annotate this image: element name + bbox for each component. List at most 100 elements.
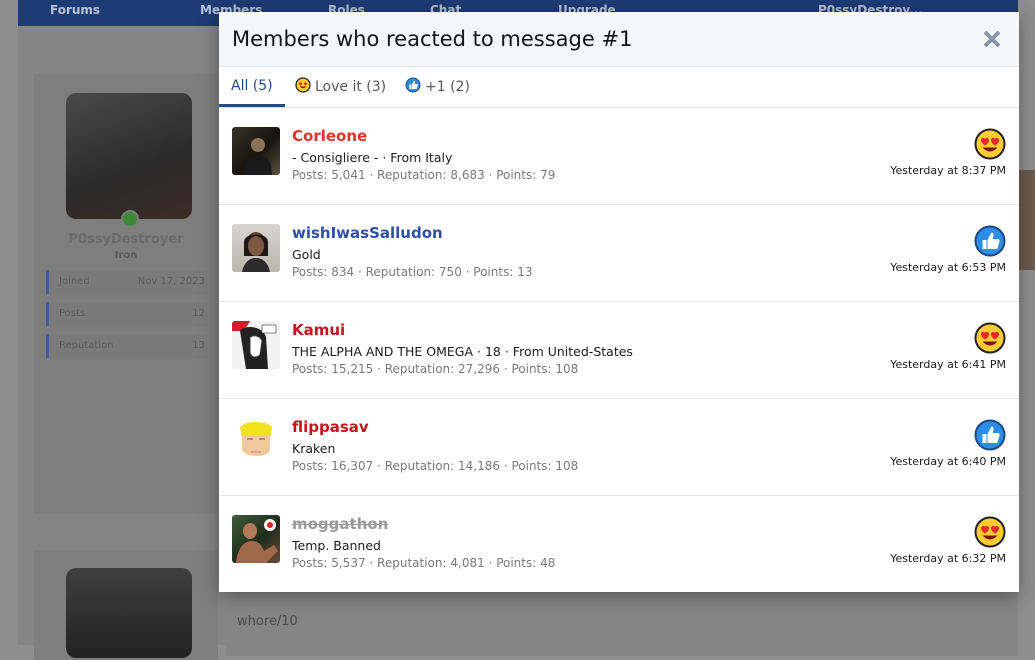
reputation-value: 27,296 <box>458 362 501 376</box>
author-avatar[interactable] <box>66 93 192 219</box>
separator: · <box>365 168 378 182</box>
love-it-reaction-icon <box>974 128 1006 160</box>
reaction-time[interactable]: Yesterday at 6:53 PM <box>890 261 1006 274</box>
separator: · <box>500 459 512 473</box>
avatar[interactable] <box>232 224 280 272</box>
thumbs-up-icon <box>405 77 421 97</box>
member-stats: Posts: 5,041 · Reputation: 8,683 · Point… <box>292 168 555 182</box>
post-image-edge <box>1018 170 1035 270</box>
member-title: - Consigliere - · From Italy <box>292 150 453 165</box>
separator: · <box>461 265 474 279</box>
tab-all[interactable]: All (5) <box>219 67 285 107</box>
avatar[interactable] <box>232 418 280 466</box>
posts-value: 15,215 <box>331 362 374 376</box>
love-it-reaction-icon <box>974 516 1006 548</box>
points-value: 108 <box>555 362 579 376</box>
tab-label: All (5) <box>231 77 273 94</box>
avatar[interactable] <box>232 321 280 369</box>
reaction-time[interactable]: Yesterday at 6:32 PM <box>890 552 1006 565</box>
member-title: Temp. Banned <box>292 538 381 553</box>
love-it-reaction-icon <box>974 322 1006 354</box>
member-title: Kraken <box>292 441 336 456</box>
nav-forums[interactable]: Forums <box>50 3 100 17</box>
posts-value: 834 <box>331 265 355 279</box>
avatar[interactable] <box>232 515 280 563</box>
tab-plus-one[interactable]: +1 (2) <box>405 67 470 107</box>
modal-title: Members who reacted to message #1 <box>232 27 633 51</box>
thumbs-up-reaction-icon <box>974 225 1006 257</box>
stat-label: Reputation <box>59 340 114 351</box>
reaction-time[interactable]: Yesterday at 8:37 PM <box>890 164 1006 177</box>
separator: · <box>500 362 512 376</box>
member-title: Gold <box>292 247 321 262</box>
reputation-label: Reputation: <box>377 168 447 182</box>
stat-label: Posts <box>59 308 86 319</box>
reputation-value: 8,683 <box>450 168 485 182</box>
member-stats: Posts: 16,307 · Reputation: 14,186 · Poi… <box>292 459 578 473</box>
author-name[interactable]: P0ssyDestroyer <box>34 232 218 247</box>
separator: · <box>484 556 497 570</box>
reputation-label: Reputation: <box>384 459 455 473</box>
member-name[interactable]: Corleone <box>292 127 367 145</box>
reputation-label: Reputation: <box>365 265 436 279</box>
posts-label: Posts: <box>292 459 328 473</box>
member-name[interactable]: flippasav <box>292 418 369 436</box>
points-label: Points: <box>496 556 537 570</box>
avatar[interactable] <box>232 127 280 175</box>
member-name[interactable]: wishIwasSalludon <box>292 224 443 242</box>
reputation-label: Reputation: <box>377 556 447 570</box>
member-name[interactable]: Kamui <box>292 321 345 339</box>
separator: · <box>484 168 497 182</box>
second-post-text: whore/10 <box>237 614 298 629</box>
posts-value: 5,537 <box>331 556 366 570</box>
author-rank: Iron <box>114 250 138 261</box>
list-item: flippasav Kraken Posts: 16,307 · Reputat… <box>219 399 1019 496</box>
separator: · <box>373 459 385 473</box>
stat-value: 12 <box>192 308 205 319</box>
reaction-time[interactable]: Yesterday at 6:40 PM <box>890 455 1006 468</box>
reputation-value: 750 <box>438 265 462 279</box>
member-name[interactable]: moggathon <box>292 515 388 533</box>
posts-label: Posts: <box>292 168 328 182</box>
member-stats: Posts: 5,537 · Reputation: 4,081 · Point… <box>292 556 555 570</box>
points-value: 13 <box>517 265 533 279</box>
posts-value: 16,307 <box>331 459 374 473</box>
close-icon[interactable] <box>979 26 1005 52</box>
list-item: Corleone - Consigliere - · From Italy Po… <box>219 108 1019 205</box>
list-item: Kamui THE ALPHA AND THE OMEGA · 18 · Fro… <box>219 302 1019 399</box>
thumbs-up-reaction-icon <box>974 419 1006 451</box>
reputation-value: 4,081 <box>450 556 485 570</box>
stat-value: Nov 17, 2023 <box>137 276 205 287</box>
points-value: 79 <box>540 168 556 182</box>
list-item: moggathon Temp. Banned Posts: 5,537 · Re… <box>219 496 1019 592</box>
posts-label: Posts: <box>292 362 328 376</box>
reaction-time[interactable]: Yesterday at 6:41 PM <box>890 358 1006 371</box>
stat-value: 13 <box>192 340 205 351</box>
reactions-modal: Members who reacted to message #1 All (5… <box>219 12 1019 592</box>
reaction-tabs: All (5) Love it (3) +1 (2) <box>219 67 1019 108</box>
tab-label: Love it (3) <box>315 79 387 95</box>
tab-label: +1 (2) <box>425 79 470 95</box>
member-stats: Posts: 15,215 · Reputation: 27,296 · Poi… <box>292 362 578 376</box>
points-label: Points: <box>473 265 514 279</box>
separator: · <box>354 265 366 279</box>
points-value: 48 <box>540 556 556 570</box>
points-label: Points: <box>511 459 552 473</box>
author-stat-joined: Joined Nov 17, 2023 <box>46 270 207 294</box>
stat-label: Joined <box>59 276 90 287</box>
separator: · <box>365 556 378 570</box>
posts-label: Posts: <box>292 265 328 279</box>
online-indicator <box>121 210 139 228</box>
separator: · <box>373 362 385 376</box>
member-stats: Posts: 834 · Reputation: 750 · Points: 1… <box>292 265 532 279</box>
posts-value: 5,041 <box>331 168 366 182</box>
tab-love-it[interactable]: Love it (3) <box>295 67 386 107</box>
points-label: Points: <box>496 168 537 182</box>
second-post-body <box>226 596 1018 656</box>
author-stat-reputation: Reputation 13 <box>46 334 207 358</box>
points-value: 108 <box>555 459 579 473</box>
member-title: THE ALPHA AND THE OMEGA · 18 · From Unit… <box>292 344 633 359</box>
points-label: Points: <box>511 362 552 376</box>
author-stat-posts: Posts 12 <box>46 302 207 326</box>
posts-label: Posts: <box>292 556 328 570</box>
